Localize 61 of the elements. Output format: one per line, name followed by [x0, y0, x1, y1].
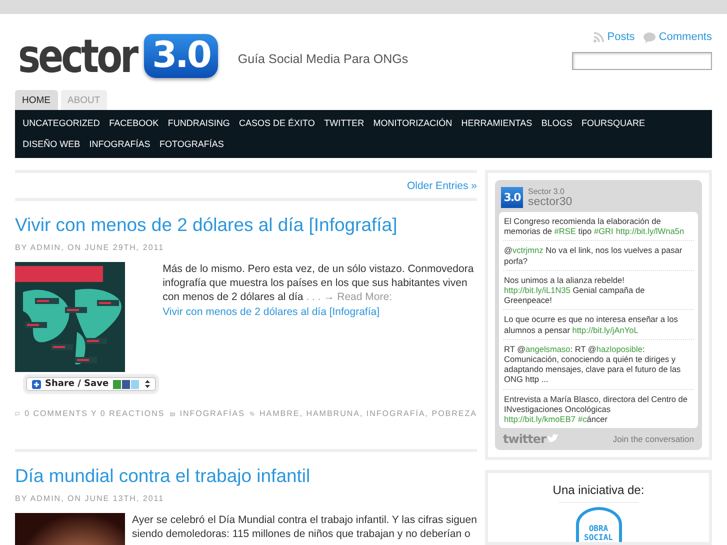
category-link[interactable]: FOURSQUARE [576, 113, 650, 134]
category-link[interactable]: BLOGS [536, 113, 577, 134]
tweet-link[interactable]: vctrjmnz [512, 245, 544, 256]
feed-link[interactable]: Comments [642, 31, 712, 43]
account-avatar: 3.0 [501, 187, 523, 208]
logo-badge[interactable]: 3.0 [144, 34, 218, 78]
feed-link[interactable]: Posts [593, 31, 635, 43]
search-field[interactable] [572, 52, 712, 70]
tweet: Nos unimos a la alianza rebelde! http://bit.ly/iL1N35 Genial campaña de Greenpeace! [503, 270, 694, 310]
tweet-link[interactable]: #c [578, 414, 587, 424]
post-excerpt: Más de lo mismo. Pero esta vez, de un sólo vistazo. Conmovedora infografía que muestra los países en los que sus habitantes viven con menos de 2 dólares al día . . . → Read More: Vivir con menos de 2 dólares al día [Infografía] [162, 262, 475, 319]
sponsor-heading: Una iniciativa de: [552, 483, 646, 498]
page-tab[interactable]: ABOUT [60, 90, 108, 110]
post-title-link[interactable]: Vivir con menos de 2 dólares al día [Infografía] [15, 214, 477, 236]
category-link[interactable]: FUNDRAISING [163, 113, 234, 134]
category-link[interactable]: DISEÑO WEB [18, 134, 85, 155]
sponsor-stamp-logo[interactable]: OBRA SOCIAL [576, 507, 622, 542]
category-link[interactable]: MONITORIZACIÓN [368, 113, 457, 134]
up-down-arrow-icon [144, 380, 150, 388]
page-tab[interactable]: HOME [15, 90, 58, 110]
tweet-link[interactable]: hazloposible [596, 344, 642, 354]
tweet-link[interactable]: angelsmaso [526, 344, 570, 354]
post-byline: BY ADMIN, ON JUNE 13TH, 2011 [15, 494, 166, 502]
post-byline: BY ADMIN, ON JUNE 29TH, 2011 [15, 243, 166, 252]
share-services-icon [112, 380, 141, 388]
category-link[interactable]: TWITTER [319, 113, 369, 134]
tweet-link[interactable]: http://bit.ly/jAnYoL [572, 324, 638, 335]
speech-bubble-icon [642, 32, 656, 42]
tweet: El Congreso recomienda la elaboración de memorias de #RSE tipo #GRI http://bit.ly/lWna5n [503, 212, 694, 242]
account-handle[interactable]: sector30 [528, 196, 572, 208]
twitter-logo[interactable]: twitter [503, 432, 559, 446]
site-tagline: Guía Social Media Para ONGs [238, 52, 408, 68]
tweet: Lo que ocurre es que no interesa enseñar a los alumnos a pensar http://bit.ly/jAnYoL [503, 310, 694, 340]
join-conversation-link[interactable]: Join the conversation [612, 434, 694, 444]
category-link[interactable]: FOTOGRAFÍAS [154, 134, 228, 155]
read-more-link[interactable]: Vivir con menos de 2 dólares al día [Infografía] [162, 306, 380, 318]
tweet-link[interactable]: http://bit.ly/iL1N35 [504, 285, 570, 296]
account-name: Sector 3.0 [528, 187, 566, 196]
tweet: RT @angelsmaso: RT @hazloposible: Comunicación, conociendo a quién te diriges y adaptando mensajes, clave para el futuro de las ONG http ... [503, 340, 694, 390]
plus-icon [32, 380, 41, 388]
post-excerpt: Ayer se celebró el Día Mundial contra el trabajo infantil. Y las cifras siguen siendo demoledoras: 115 millones de niños que trabajan y no deberían o [132, 512, 477, 541]
comment-count-link[interactable]: 0 COMMENTS Y 0 REACTIONS [24, 409, 165, 418]
category-link[interactable]: HERRAMIENTAS [456, 113, 537, 134]
logo-wordmark[interactable]: sector [18, 33, 136, 79]
tweet-link[interactable]: #RSE [554, 226, 576, 236]
category-link[interactable]: FACEBOOK [104, 113, 164, 134]
category-link[interactable]: CASOS DE ÉXITO [234, 113, 320, 134]
share-save-button[interactable]: Share / Save [26, 377, 156, 391]
tweet-link[interactable]: http://bit.ly/kmoEB7 [504, 414, 576, 424]
rss-icon [593, 32, 604, 42]
tweet: Entrevista a María Blasco, directora del Centro de INvestigaciones Oncológicas http://bit.ly/kmoEB7 #cáncer [503, 392, 689, 426]
tweet-link[interactable]: #GRI [594, 226, 614, 236]
older-entries-link[interactable]: Older Entries » [406, 180, 477, 192]
bird-icon [546, 434, 559, 444]
post-tags[interactable]: HAMBRE, HAMBRUNA, INFOGRAFÍA, POBREZA [260, 409, 477, 418]
post-title-link[interactable]: Día mundial contra el trabajo infantil [15, 464, 477, 486]
category-link[interactable]: UNCATEGORIZED [18, 113, 105, 134]
tweet-link[interactable]: http://bit.ly/lWna5n [616, 226, 684, 236]
tweet: @vctrjmnz No va el link, nos los vuelves a pasar porfa? [503, 241, 694, 271]
category-link[interactable]: INFOGRAFÍAS [180, 409, 245, 418]
category-link[interactable]: INFOGRAFÍAS [84, 134, 155, 155]
